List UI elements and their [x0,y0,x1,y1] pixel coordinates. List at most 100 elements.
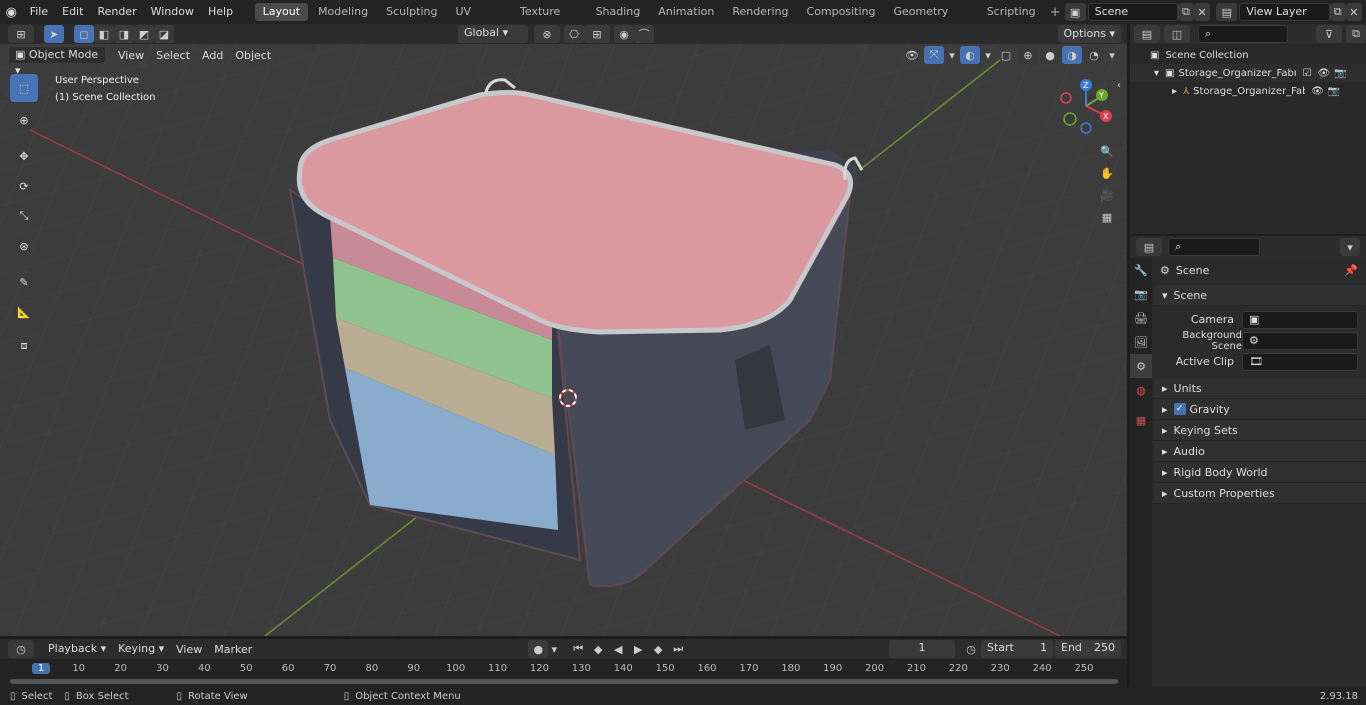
menu-view[interactable]: View [112,49,150,62]
tab-texture-paint[interactable]: Texture Paint [512,3,586,36]
overlay-dropdown-icon[interactable]: ▾ [982,46,994,64]
properties-options-icon[interactable]: ▾ [1340,238,1360,256]
xray-icon[interactable]: ▢ [996,46,1016,64]
gizmo-dropdown-icon[interactable]: ▾ [946,46,958,64]
record-icon[interactable]: ● [528,640,549,658]
add-cube-tool-icon[interactable]: ⧈ [10,332,38,360]
timeline-marker-menu[interactable]: Marker [208,643,258,656]
outliner-item-row[interactable]: ▸ ⅄ Storage_Organizer_Fabri 👁 📷 [1130,82,1366,100]
transform-tool-icon[interactable]: ⊛ [10,232,38,260]
visibility-eye-icon[interactable]: 👁 [1317,68,1330,79]
menu-select[interactable]: Select [150,49,196,62]
tab-uv-editing[interactable]: UV Editing [447,3,510,36]
tab-modeling[interactable]: Modeling [310,3,376,21]
tab-shading[interactable]: Shading [588,3,649,21]
tab-scripting[interactable]: Scripting [979,3,1044,21]
view-layer-copy-icon[interactable]: ⧉ [1329,3,1346,21]
editor-type-icon[interactable]: ⊞ [8,25,34,43]
move-tool-icon[interactable]: ✥ [10,142,38,170]
active-clip-field[interactable]: 🎞 [1242,352,1358,371]
sidebar-toggle-icon[interactable]: ‹ [1117,80,1121,91]
menu-window[interactable]: Window [144,0,201,24]
end-frame-field[interactable]: End 250 [1055,640,1121,658]
units-panel[interactable]: ▸ Units [1154,378,1366,399]
scene-name-field[interactable]: Scene [1087,3,1178,21]
menu-add[interactable]: Add [196,49,229,62]
timeline-scrollbar[interactable] [10,679,1118,684]
zoom-icon[interactable]: 🔍 [1097,142,1117,160]
snap-target-icon[interactable]: ⊞ [584,25,610,43]
scene-tab-icon[interactable]: ⚙ [1130,354,1152,378]
menu-edit[interactable]: Edit [55,0,90,24]
outliner-item-row[interactable]: ▾ ▣ Storage_Organizer_Fabric_Bla ☑ 👁 📷 [1130,64,1366,82]
annotate-tool-icon[interactable]: ✎ [10,268,38,296]
jump-end-icon[interactable]: ⏭ [668,640,688,658]
select-box-tool-icon[interactable]: ⬚ [10,74,38,102]
outliner-filter-icon[interactable]: ⊽ [1316,25,1342,43]
exclude-checkbox[interactable]: ☑ [1302,68,1311,79]
material-shading-icon[interactable]: ◑ [1062,46,1082,64]
pan-hand-icon[interactable]: ✋ [1097,164,1117,182]
outliner-new-collection-icon[interactable]: ⧉ [1346,25,1366,43]
tab-geometry-nodes[interactable]: Geometry Nodes [885,3,976,36]
keying-dropdown[interactable]: Keying ▾ [112,640,170,658]
play-reverse-icon[interactable]: ◀ [608,640,628,658]
expand-arrow-icon[interactable]: ▾ [1154,68,1159,79]
tab-layout[interactable]: Layout [254,3,309,21]
rotate-tool-icon[interactable]: ⟳ [10,172,38,200]
view-layer-close-icon[interactable]: ✕ [1345,3,1362,21]
add-workspace-icon[interactable]: + [1046,5,1065,20]
render-camera-icon[interactable]: 📷 [1334,68,1346,79]
record-options-icon[interactable]: ▾ [548,640,560,658]
menu-render[interactable]: Render [90,0,143,24]
select-tool-icon[interactable]: ➤ [44,25,64,43]
world-tab-icon[interactable]: ◍ [1130,378,1152,402]
3d-viewport[interactable]: User Perspective (1) Scene Collection ▣ … [0,44,1127,636]
navigation-gizmo[interactable]: Z Y X [1054,76,1124,146]
select-extend-icon[interactable]: ◧ [94,25,114,43]
preview-range-icon[interactable]: ◷ [961,640,981,658]
play-icon[interactable]: ▶ [628,640,648,658]
proportional-edit-icon[interactable]: ◉ [614,25,634,43]
scene-close-icon[interactable]: ✕ [1194,3,1211,21]
tab-animation[interactable]: Animation [650,3,722,21]
tab-compositing[interactable]: Compositing [799,3,884,21]
timeline-editor-type-icon[interactable]: ◷ [8,640,34,658]
expand-arrow-icon[interactable]: ▸ [1172,86,1177,97]
keying-sets-panel[interactable]: ▸ Keying Sets [1154,420,1366,441]
render-tab-icon[interactable]: 📷 [1130,282,1152,306]
wireframe-shading-icon[interactable]: ⊕ [1018,46,1038,64]
scale-tool-icon[interactable]: ⤡ [10,202,38,230]
view-layer-field[interactable]: View Layer [1239,3,1330,21]
properties-search-field[interactable]: ⌕ [1168,238,1260,256]
audio-panel[interactable]: ▸ Audio [1154,441,1366,462]
gizmo-toggle-icon[interactable]: ⤧ [924,46,944,64]
measure-tool-icon[interactable]: 📐 [10,298,38,326]
snap-icon[interactable]: ⎔ [564,25,584,43]
scene-copy-icon[interactable]: ⧉ [1177,3,1195,21]
outliner-editor-type-icon[interactable]: ▤ [1134,25,1160,43]
menu-help[interactable]: Help [201,0,240,24]
prev-keyframe-icon[interactable]: ◆ [588,640,608,658]
overlay-toggle-icon[interactable]: ◐ [960,46,980,64]
select-new-icon[interactable]: ◻ [74,25,94,43]
custom-properties-panel[interactable]: ▸ Custom Properties [1154,483,1366,504]
tab-sculpting[interactable]: Sculpting [378,3,445,21]
jump-start-icon[interactable]: ⏮ [568,640,588,658]
output-tab-icon[interactable]: 🖨 [1130,306,1152,330]
orientation-dropdown[interactable]: Global ▾ [458,25,528,43]
texture-tab-icon[interactable]: ▦ [1130,408,1152,432]
gravity-panel[interactable]: ▸ ✓ Gravity [1154,399,1366,420]
view-layer-selector-icon[interactable]: ▤ [1216,3,1238,21]
camera-field[interactable]: ▣ [1242,310,1358,329]
select-intersect-icon[interactable]: ◪ [154,25,174,43]
rendered-shading-icon[interactable]: ◔ [1084,46,1104,64]
solid-shading-icon[interactable]: ● [1040,46,1060,64]
render-camera-icon[interactable]: 📷 [1328,86,1340,97]
outliner-scene-collection-row[interactable]: ▣ Scene Collection [1130,46,1366,64]
ortho-grid-icon[interactable]: ▦ [1097,208,1117,226]
properties-editor-type-icon[interactable]: ▤ [1136,238,1162,256]
outliner-search-field[interactable]: ⌕ [1198,25,1288,43]
blender-logo-icon[interactable]: ◉ [0,5,23,20]
object-mode-dropdown[interactable]: ▣ Object Mode ▾ [8,46,106,77]
